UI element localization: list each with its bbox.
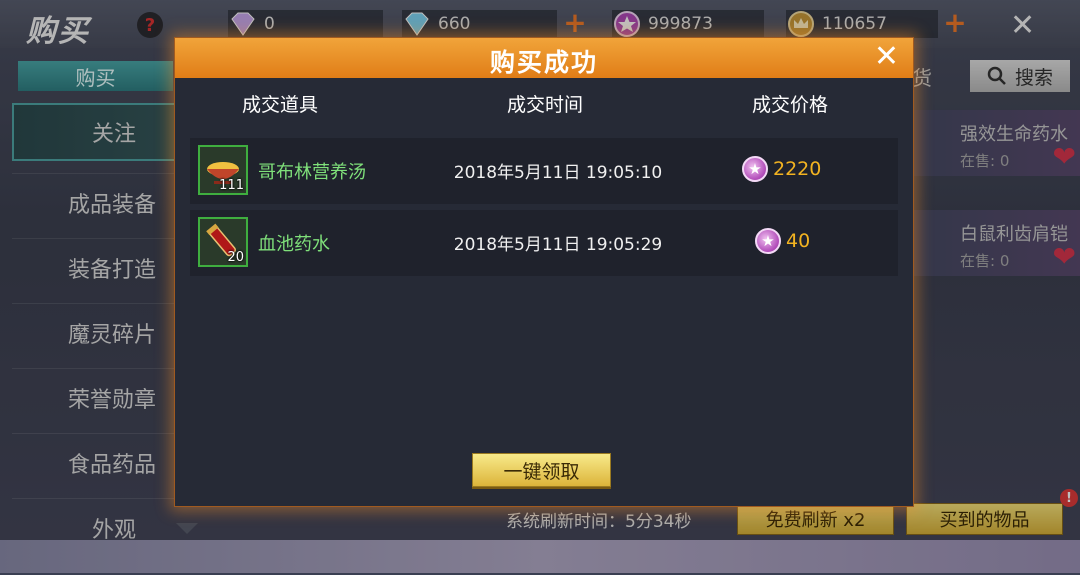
item-count: 111 (219, 178, 244, 193)
deal-time: 2018年5月11日 19:05:29 (453, 235, 663, 255)
red-potion-icon[interactable]: 20 (198, 217, 248, 267)
soup-bowl-icon[interactable]: 111 (198, 145, 248, 195)
item-name: 血池药水 (258, 234, 330, 255)
star-coin-icon: ★ (742, 156, 768, 182)
table-header: 成交道具 成交时间 成交价格 (175, 78, 913, 124)
column-price: 成交价格 (751, 94, 828, 116)
close-icon[interactable]: ✕ (874, 41, 899, 73)
dialog-title: 购买成功 (489, 48, 598, 77)
table-row: 20 血池药水 2018年5月11日 19:05:29 ★ 40 (190, 210, 898, 276)
item-count: 20 (227, 250, 244, 265)
deal-price: 2220 (773, 158, 822, 180)
star-coin-icon: ★ (755, 228, 781, 254)
dialog-header: 购买成功 ✕ (175, 38, 913, 78)
table-row: 111 哥布林营养汤 2018年5月11日 19:05:10 ★ 2220 (190, 138, 898, 204)
deal-time: 2018年5月11日 19:05:10 (453, 163, 663, 183)
deal-price: 40 (786, 230, 811, 252)
column-item: 成交道具 (241, 94, 318, 116)
purchase-success-dialog: 购买成功 ✕ 成交道具 成交时间 成交价格 111 哥布林营养汤 2018年5月… (174, 37, 914, 507)
claim-all-button[interactable]: 一键领取 (472, 453, 611, 487)
item-name: 哥布林营养汤 (258, 162, 366, 183)
column-time: 成交时间 (506, 94, 583, 116)
